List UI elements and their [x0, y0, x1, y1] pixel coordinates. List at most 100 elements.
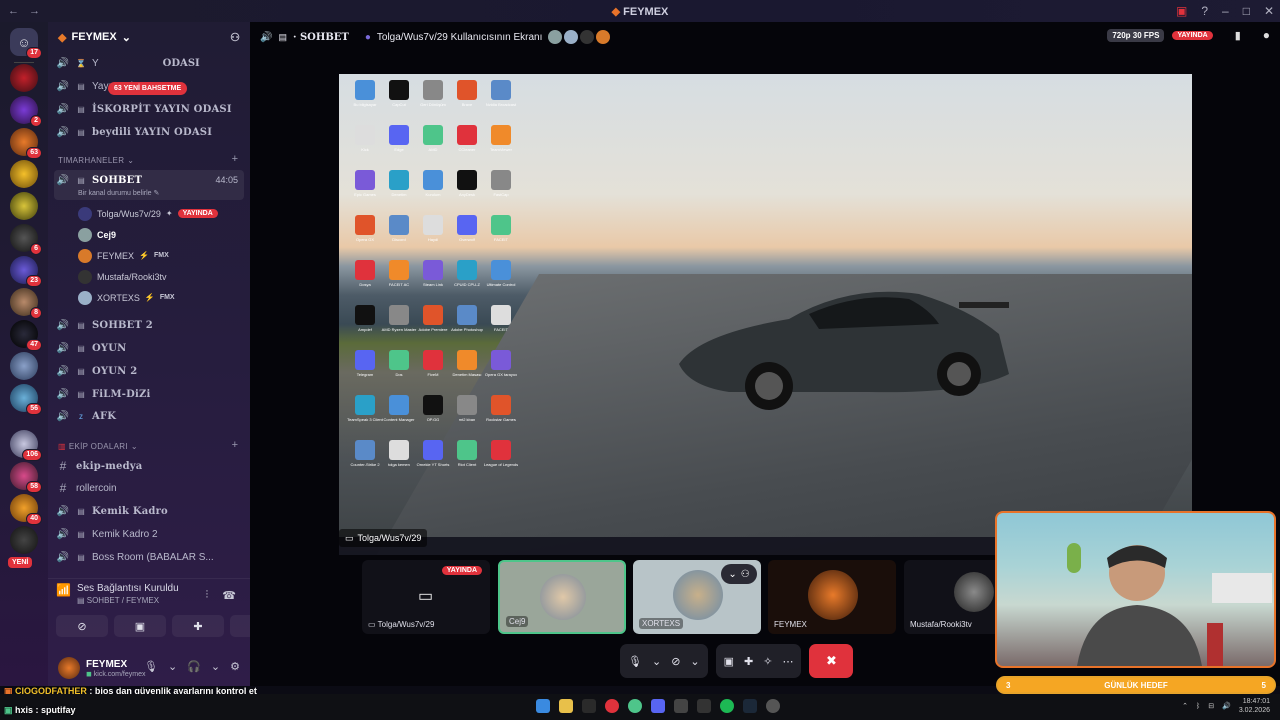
activities-icon[interactable]: ✚: [744, 655, 753, 668]
chat-icon[interactable]: ●: [1263, 28, 1270, 42]
opera-icon[interactable]: [605, 699, 619, 713]
more-options-icon[interactable]: ⋯: [782, 655, 793, 668]
guild-icon-6[interactable]: 6: [10, 224, 42, 255]
screen-share-icon[interactable]: ▣: [1176, 4, 1187, 18]
screen-share-button[interactable]: ▣: [114, 615, 166, 637]
desktop-app-icon[interactable]: [355, 395, 375, 415]
desktop-app-icon[interactable]: [457, 80, 477, 100]
desktop-app-icon[interactable]: [423, 395, 443, 415]
desktop-app-icon[interactable]: [423, 260, 443, 280]
desktop-app-icon[interactable]: [389, 80, 409, 100]
desktop-app-icon[interactable]: [491, 395, 511, 415]
chevron-down-icon[interactable]: ⌄: [168, 660, 177, 673]
desktop-app-icon[interactable]: [423, 215, 443, 235]
channel-kemik-kadro[interactable]: 🔊 ▤ Kemik Kadro: [56, 501, 244, 521]
channel-kemik-kadro-2[interactable]: 🔊 ▤ Kemik Kadro 2: [56, 524, 244, 544]
desktop-app-icon[interactable]: [423, 170, 443, 190]
steam-icon[interactable]: [743, 699, 757, 713]
microphone-icon[interactable]: 🎙: [144, 660, 158, 673]
disconnect-icon[interactable]: ☎: [222, 589, 236, 602]
category-ekip-odalari[interactable]: ▥ EKİP ODALARI ⌄: [58, 442, 138, 451]
minimize-button[interactable]: –: [1222, 4, 1229, 18]
channel-sohbet-2[interactable]: 🔊 ▤ SOHBET 2: [56, 315, 244, 335]
desktop-app-icon[interactable]: [355, 125, 375, 145]
bluetooth-icon[interactable]: ᛒ: [1196, 703, 1200, 710]
desktop-app-icon[interactable]: [423, 125, 443, 145]
desktop-app-icon[interactable]: [355, 260, 375, 280]
desktop-app-icon[interactable]: [389, 350, 409, 370]
voice-user[interactable]: Cej9: [78, 225, 116, 244]
desktop-app-icon[interactable]: [491, 80, 511, 100]
desktop-app-icon[interactable]: [457, 170, 477, 190]
soundboard-button[interactable]: ✧: [230, 615, 250, 637]
app-icon[interactable]: [697, 699, 711, 713]
microphone-icon[interactable]: 🎙: [628, 655, 642, 668]
spotify-icon[interactable]: [720, 699, 734, 713]
add-member-icon[interactable]: ⚇: [230, 31, 240, 44]
bookmark-icon[interactable]: ▮: [1235, 29, 1241, 42]
headphones-icon[interactable]: 🎧: [187, 660, 201, 673]
start-icon[interactable]: [536, 699, 550, 713]
add-channel-icon[interactable]: +: [232, 439, 238, 451]
close-button[interactable]: ✕: [1264, 4, 1274, 18]
camera-off-button[interactable]: ⊘: [56, 615, 108, 637]
guild-icon-8[interactable]: 8: [10, 288, 42, 319]
desktop-app-icon[interactable]: [491, 170, 511, 190]
desktop-app-icon[interactable]: [355, 350, 375, 370]
desktop-app-icon[interactable]: [389, 260, 409, 280]
guild-icon-3[interactable]: 63: [10, 128, 42, 159]
activities-button[interactable]: ✚: [172, 615, 224, 637]
desktop-app-icon[interactable]: [457, 350, 477, 370]
desktop-app-icon[interactable]: [491, 260, 511, 280]
desktop-app-icon[interactable]: [389, 395, 409, 415]
clock[interactable]: 18:47:01 3.02.2026: [1239, 697, 1270, 715]
end-call-button[interactable]: ✖: [809, 644, 854, 678]
user-panel[interactable]: FEYMEX ◼ kick.com/feymex 🎙 ⌄ 🎧 ⌄ ⚙: [48, 650, 250, 686]
desktop-app-icon[interactable]: [389, 305, 409, 325]
channel-afk[interactable]: 🔊 z AFK: [56, 406, 244, 426]
server-header[interactable]: ◆ FEYMEX ⌄ ⚇: [48, 22, 250, 52]
category-timarhaneler[interactable]: TIMARHANELER ⌄: [58, 156, 134, 165]
guild-icon-9[interactable]: 47: [10, 320, 42, 351]
discord-icon[interactable]: [651, 699, 665, 713]
desktop-app-icon[interactable]: [457, 215, 477, 235]
tile-menu-button[interactable]: ⌄ ⚇: [721, 564, 757, 584]
guild-icon-10[interactable]: [10, 352, 38, 380]
desktop-app-icon[interactable]: [457, 260, 477, 280]
forward-arrow-icon[interactable]: →: [29, 5, 40, 17]
channel-iskorpit[interactable]: 🔊 ▤ İSKORPİT YAYIN ODASI: [56, 99, 244, 119]
chevron-down-icon[interactable]: ⌄: [652, 655, 661, 668]
guild-icon-15[interactable]: [10, 526, 38, 554]
participant-tile[interactable]: YAYINDA ▭ ▭ Tolga/Wus7v/29: [362, 560, 490, 634]
settings-app-icon[interactable]: [766, 699, 780, 713]
file-explorer-icon[interactable]: [559, 699, 573, 713]
desktop-app-icon[interactable]: [423, 80, 443, 100]
desktop-app-icon[interactable]: [491, 215, 511, 235]
desktop-app-icon[interactable]: [389, 440, 409, 460]
channel-oyun[interactable]: 🔊 ▤ OYUN: [56, 338, 244, 358]
voice-user[interactable]: Mustafa/Rooki3tv: [78, 267, 167, 286]
desktop-app-icon[interactable]: [423, 440, 443, 460]
guild-icon-14[interactable]: 40: [10, 494, 42, 525]
viewer-avatars[interactable]: [548, 30, 611, 44]
tray-chevron-icon[interactable]: ⌃: [1182, 702, 1188, 710]
channel-oyun-2[interactable]: 🔊 ▤ OYUN 2: [56, 361, 244, 381]
soundboard-icon[interactable]: ✧: [763, 655, 772, 668]
add-channel-icon[interactable]: +: [232, 153, 238, 165]
desktop-app-icon[interactable]: [389, 125, 409, 145]
gear-icon[interactable]: ⚙: [230, 660, 240, 673]
desktop-app-icon[interactable]: [355, 440, 375, 460]
channel-boss-room[interactable]: 🔊 ▤ Boss Room (BABALAR S...: [56, 547, 244, 567]
desktop-app-icon[interactable]: [491, 350, 511, 370]
obs-icon[interactable]: [674, 699, 688, 713]
voice-location[interactable]: SOHBET / FEYMEX: [87, 596, 159, 605]
channel-film-dizi[interactable]: 🔊 ▤ FiLM-DiZi: [56, 384, 244, 404]
terminal-icon[interactable]: [582, 699, 596, 713]
desktop-app-icon[interactable]: [491, 305, 511, 325]
desktop-app-icon[interactable]: [491, 125, 511, 145]
desktop-app-icon[interactable]: [355, 305, 375, 325]
help-icon[interactable]: ?: [1201, 4, 1208, 18]
desktop-app-icon[interactable]: [423, 350, 443, 370]
desktop-app-icon[interactable]: [355, 215, 375, 235]
mention-badge[interactable]: 63 YENİ BAHSETME: [108, 82, 188, 95]
